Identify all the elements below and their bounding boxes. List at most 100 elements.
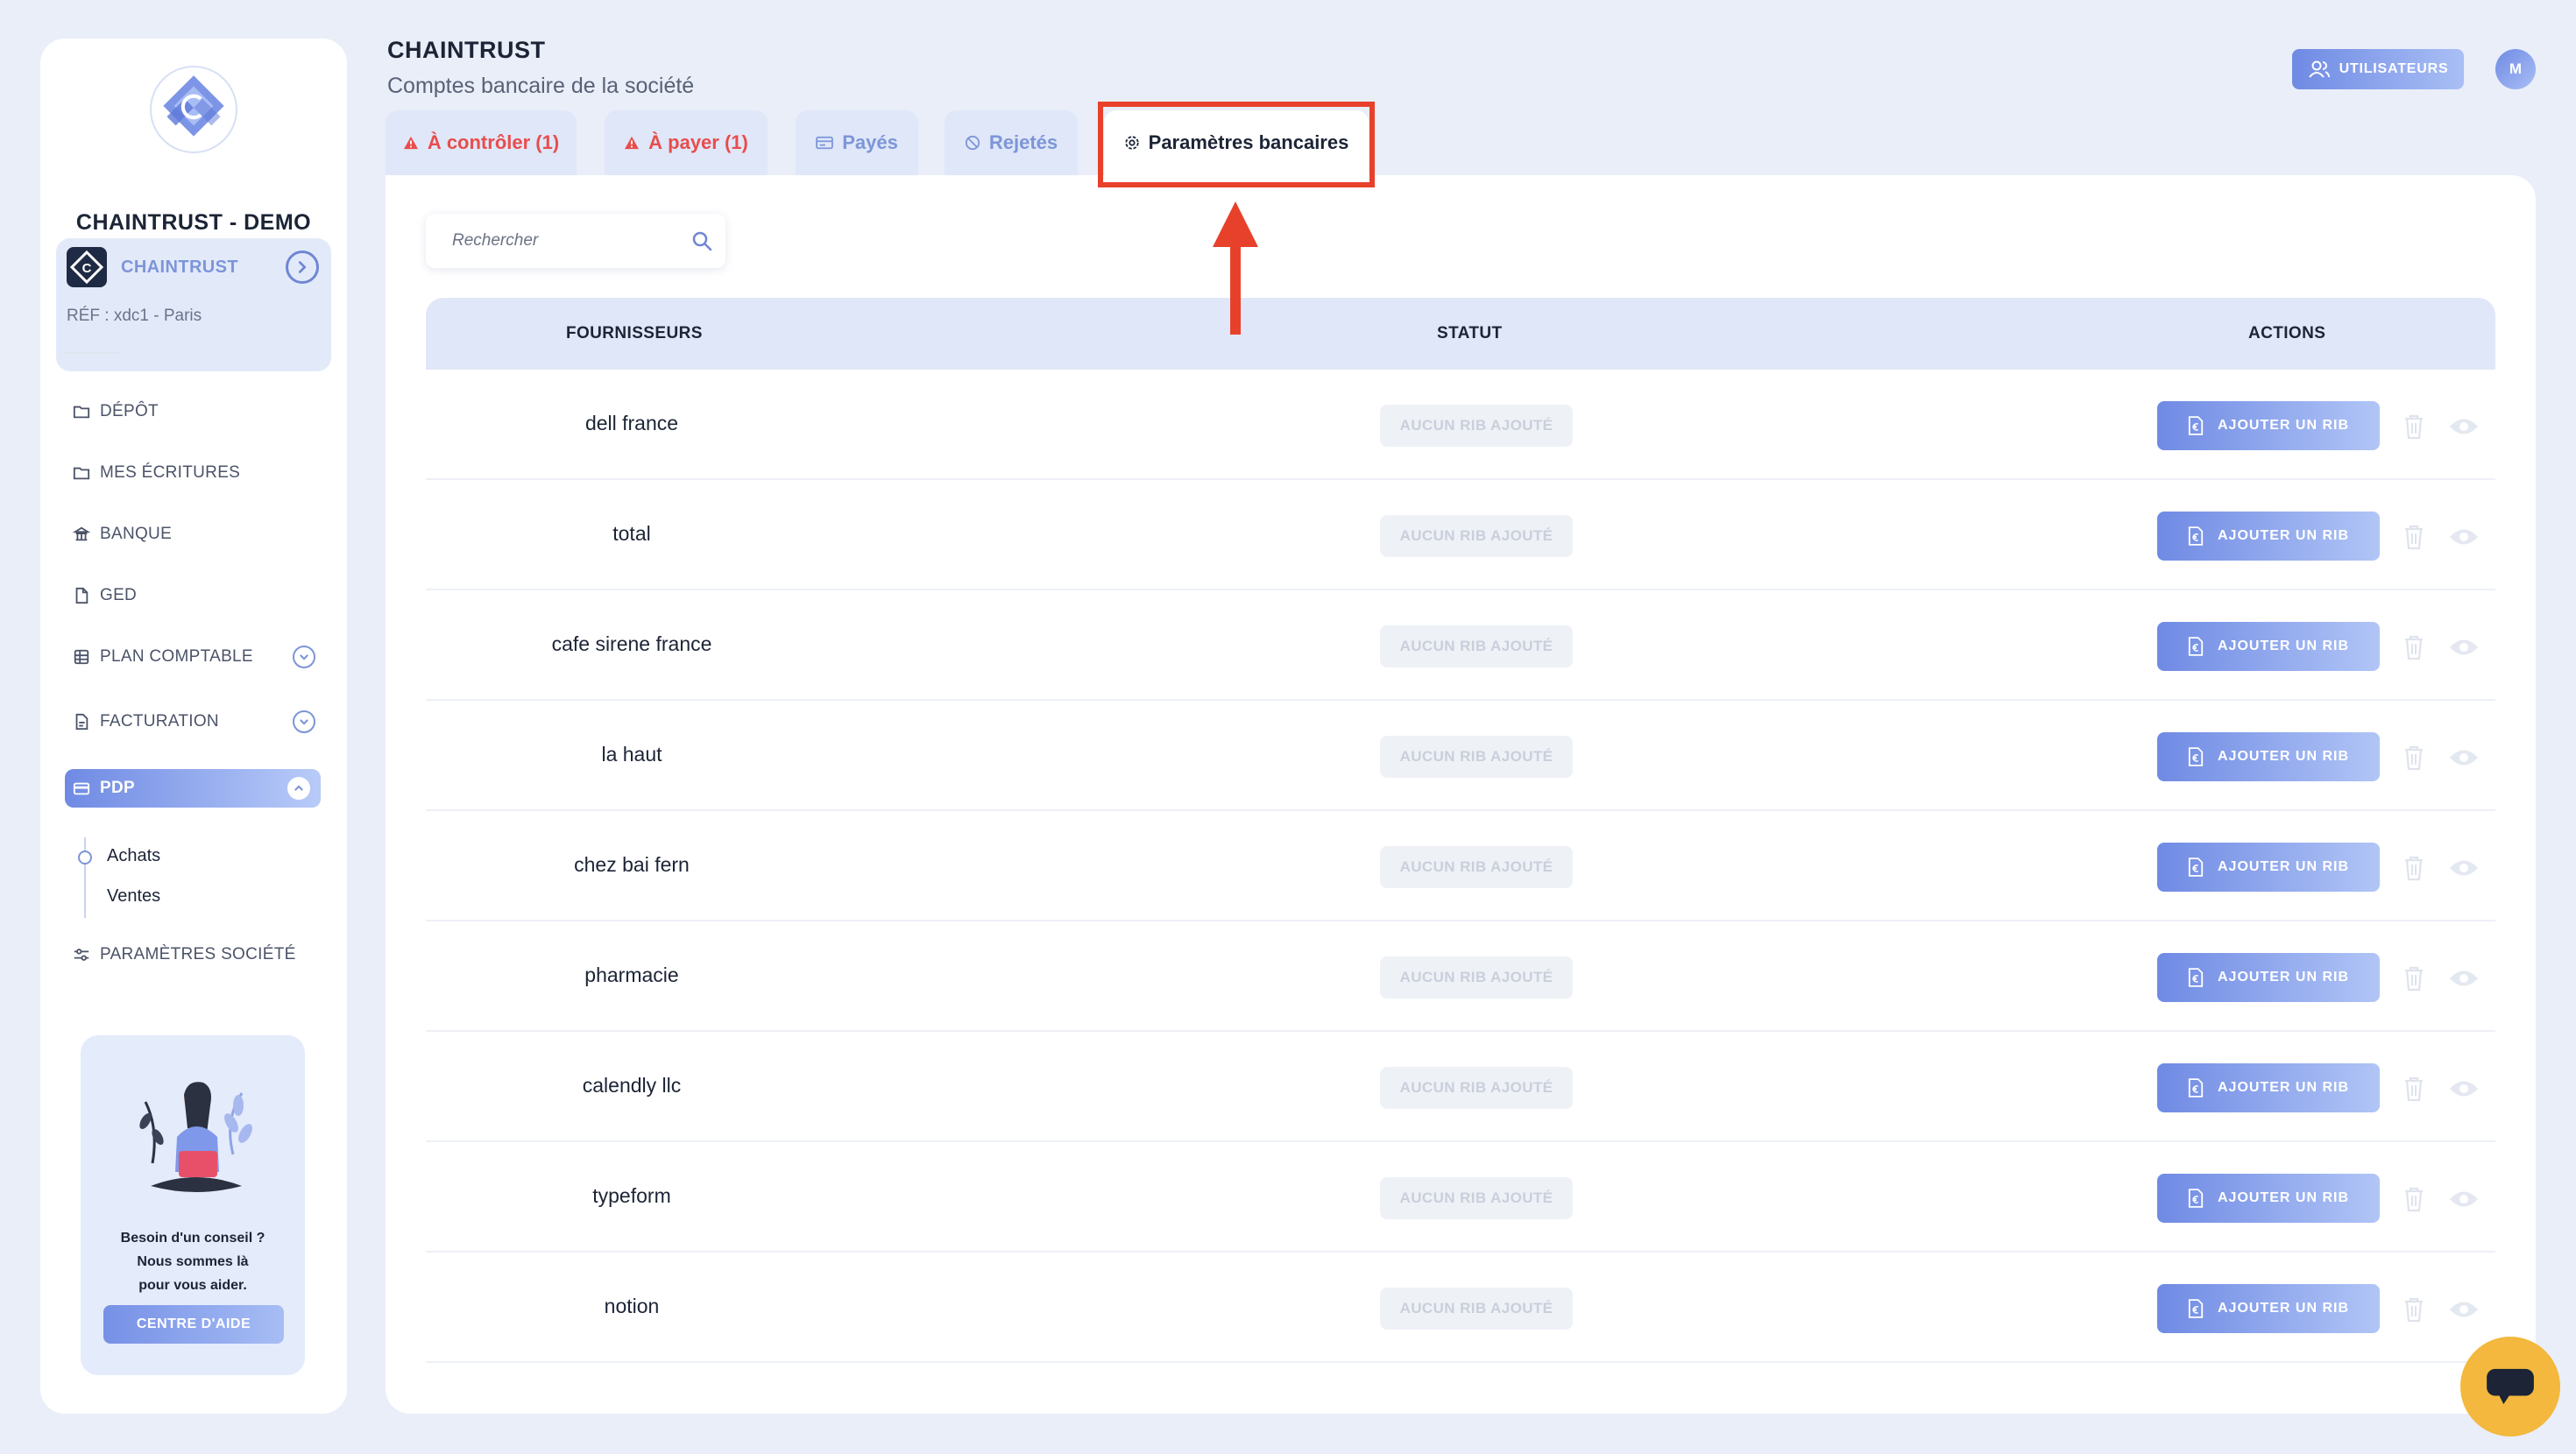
status-badge: AUCUN RIB AJOUTÉ [1380,736,1573,778]
add-rib-button[interactable]: AJOUTER UN RIB [2157,953,2380,1002]
trash-icon[interactable] [2403,1296,2425,1323]
table-row: calendly llc AUCUN RIB AJOUTÉ AJOUTER UN… [426,1032,2495,1142]
sidebar-item-pdp[interactable]: PDP [65,769,321,808]
euro-document-icon [2188,968,2204,987]
forbidden-icon [965,135,980,151]
help-center-button[interactable]: CENTRE D'AIDE [103,1305,284,1344]
eye-icon[interactable] [2448,967,2480,990]
chevron-up-icon[interactable] [287,777,310,800]
chat-button[interactable] [2460,1337,2560,1436]
annotation-arrow-up-icon [1213,201,1258,335]
table-header: FOURNISSEURS STATUT ACTIONS [426,298,2495,370]
add-rib-button[interactable]: AJOUTER UN RIB [2157,843,2380,892]
column-header-actions: ACTIONS [2248,324,2326,342]
sidebar-item-plan-comptable[interactable]: PLAN COMPTABLE [72,638,326,676]
supplier-name: la haut [601,743,662,766]
add-rib-button[interactable]: AJOUTER UN RIB [2157,1174,2380,1223]
add-rib-button[interactable]: AJOUTER UN RIB [2157,401,2380,450]
eye-icon[interactable] [2448,1298,2480,1321]
supplier-name: calendly llc [582,1074,682,1097]
status-badge: AUCUN RIB AJOUTÉ [1380,846,1573,888]
chevron-down-icon[interactable] [293,646,315,668]
add-rib-button[interactable]: AJOUTER UN RIB [2157,1063,2380,1112]
sidebar: CHAINTRUST - DEMO C CHAINTRUST RÉF : xdc… [40,39,347,1414]
eye-icon[interactable] [2448,746,2480,769]
table-row: typeform AUCUN RIB AJOUTÉ AJOUTER UN RIB [426,1142,2495,1253]
chevron-right-icon[interactable] [286,251,319,284]
help-text-line: pour vous aider. [138,1278,247,1293]
tab-a-payer[interactable]: À payer (1) [605,110,768,175]
trash-icon[interactable] [2403,855,2425,881]
table-row: chez bai fern AUCUN RIB AJOUTÉ AJOUTER U… [426,811,2495,921]
page-title: CHAINTRUST [387,37,546,63]
tab-label: Payés [842,131,898,153]
euro-document-icon [2188,858,2204,877]
sidebar-item-facturation[interactable]: FACTURATION [72,702,326,741]
add-rib-button[interactable]: AJOUTER UN RIB [2157,1284,2380,1333]
search-input[interactable] [426,214,725,268]
sidebar-item-mes-ecritures[interactable]: MES ÉCRITURES [72,454,326,492]
ledger-icon [72,647,91,667]
tab-payes[interactable]: Payés [796,110,918,175]
table-row: la haut AUCUN RIB AJOUTÉ AJOUTER UN RIB [426,701,2495,811]
tab-rejetes[interactable]: Rejetés [945,110,1078,175]
tab-label: Rejetés [988,131,1058,153]
add-rib-button[interactable]: AJOUTER UN RIB [2157,622,2380,671]
table-body: dell france AUCUN RIB AJOUTÉ AJOUTER UN … [426,370,2495,1363]
trash-icon[interactable] [2403,1076,2425,1102]
sidebar-item-label: BANQUE [100,525,173,543]
trash-icon[interactable] [2403,634,2425,660]
eye-icon[interactable] [2448,1077,2480,1100]
sidebar-item-label: PDP [100,779,135,797]
trash-icon[interactable] [2403,413,2425,440]
main-panel: FOURNISSEURS STATUT ACTIONS dell france … [386,175,2536,1414]
company-ref: RÉF : xdc1 - Paris [67,307,202,325]
sidebar-item-label: PLAN COMPTABLE [100,647,253,666]
file-icon [72,586,91,605]
table-row: notion AUCUN RIB AJOUTÉ AJOUTER UN RIB [426,1253,2495,1363]
warning-icon [625,136,640,150]
trash-icon[interactable] [2403,1186,2425,1212]
sidebar-subitem-ventes[interactable]: Ventes [107,886,160,907]
sidebar-item-label: GED [100,586,138,604]
trash-icon[interactable] [2403,524,2425,550]
chevron-down-icon[interactable] [293,710,315,733]
payment-icon [816,136,833,150]
help-illustration-icon [139,1082,252,1192]
add-rib-button-label: AJOUTER UN RIB [2217,970,2349,985]
bank-icon [72,525,91,544]
search-icon[interactable] [690,229,713,252]
avatar[interactable]: M [2495,49,2536,89]
sidebar-item-parametres-societe[interactable]: PARAMÈTRES SOCIÉTÉ [72,935,326,974]
add-rib-button-label: AJOUTER UN RIB [2217,1190,2349,1205]
folder-icon [72,463,91,483]
column-header-suppliers: FOURNISSEURS [566,324,703,342]
status-badge: AUCUN RIB AJOUTÉ [1380,1067,1573,1109]
sidebar-item-ged[interactable]: GED [72,576,326,615]
sidebar-subitem-achats[interactable]: Achats [107,846,160,866]
trash-icon[interactable] [2403,745,2425,771]
trash-icon[interactable] [2403,965,2425,992]
add-rib-button-label: AJOUTER UN RIB [2217,749,2349,764]
eye-icon[interactable] [2448,636,2480,659]
company-card-name: CHAINTRUST [121,258,238,277]
add-rib-button-label: AJOUTER UN RIB [2217,1080,2349,1095]
eye-icon[interactable] [2448,526,2480,548]
users-button[interactable]: UTILISATEURS [2292,49,2464,89]
sidebar-item-label: MES ÉCRITURES [100,463,241,482]
submenu-active-dot [78,851,92,865]
warning-icon [403,136,418,150]
eye-icon[interactable] [2448,1188,2480,1210]
eye-icon[interactable] [2448,857,2480,879]
euro-document-icon [2188,1189,2204,1208]
status-badge: AUCUN RIB AJOUTÉ [1380,515,1573,557]
company-name: CHAINTRUST - DEMO [75,210,312,235]
add-rib-button[interactable]: AJOUTER UN RIB [2157,512,2380,561]
tab-a-controler[interactable]: À contrôler (1) [386,110,577,175]
eye-icon[interactable] [2448,415,2480,438]
add-rib-button[interactable]: AJOUTER UN RIB [2157,732,2380,781]
company-logo-icon [150,66,237,153]
sidebar-item-depot[interactable]: DÉPÔT [72,392,326,431]
tab-label: À payer (1) [648,131,748,153]
sidebar-item-banque[interactable]: BANQUE [72,515,326,554]
